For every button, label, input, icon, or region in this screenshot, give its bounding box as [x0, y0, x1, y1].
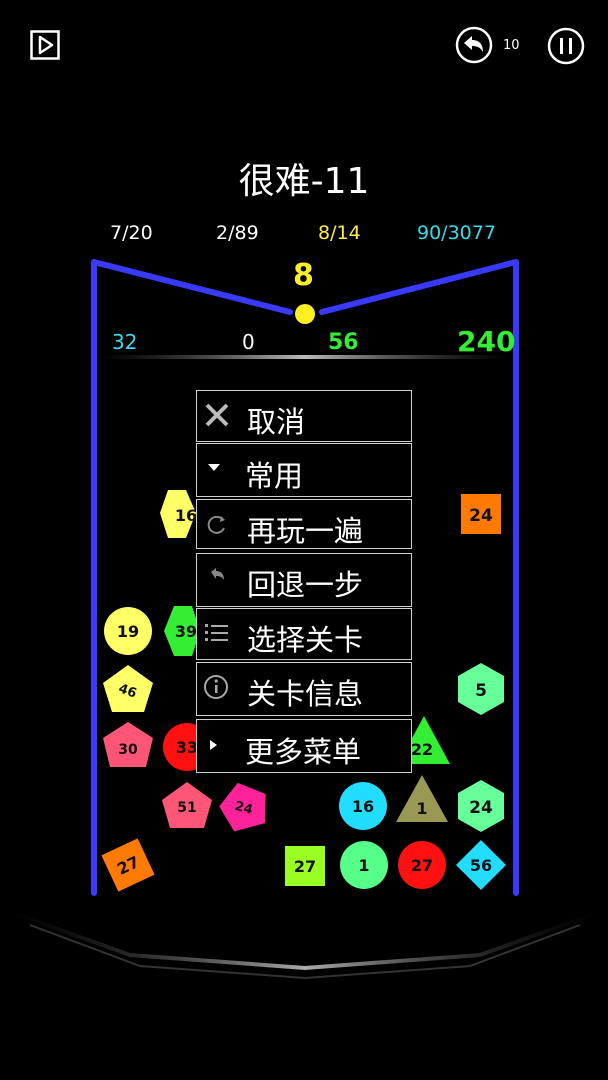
menu-level-info-label: 关卡信息	[247, 677, 364, 711]
block-label: 5	[475, 681, 487, 701]
menu-common[interactable]: 常用	[196, 443, 412, 497]
block-pentagon-51: 51	[162, 782, 212, 828]
block-pentagon-46: 46	[103, 665, 153, 712]
menu-undo-step-label: 回退一步	[247, 568, 364, 602]
undo-arrow-icon	[211, 568, 224, 580]
block-label: 22	[411, 740, 433, 759]
block-circle-16: 16	[339, 782, 387, 830]
menu-more[interactable]: 更多菜单	[196, 719, 412, 773]
block-label: 1	[358, 856, 369, 875]
block-circle-1: 1	[340, 841, 388, 889]
menu-replay[interactable]: 再玩一遍	[196, 499, 412, 549]
triangle-right-icon	[210, 740, 217, 750]
block-pentagon-30: 30	[103, 722, 153, 767]
menu-level-info[interactable]: 关卡信息	[196, 662, 412, 716]
block-label: 30	[118, 742, 138, 758]
block-triangle-1: 1	[396, 775, 448, 822]
block-label: 27	[411, 856, 433, 875]
block-hexagon-24b: 24	[458, 780, 504, 832]
block-label: 56	[470, 856, 492, 875]
menu-select-level[interactable]: 选择关卡	[196, 608, 412, 660]
block-square-27-rotated: 27	[101, 838, 155, 892]
block-label: 1	[416, 799, 427, 818]
block-label: 16	[352, 797, 374, 816]
info-icon	[204, 675, 228, 699]
list-icon	[205, 624, 228, 641]
block-label: 39	[175, 622, 197, 641]
refresh-icon	[207, 515, 225, 534]
block-label: 24	[469, 798, 493, 818]
block-circle-27: 27	[398, 841, 446, 889]
block-hexagon-39: 39	[164, 606, 200, 656]
block-label: 51	[177, 800, 196, 816]
menu-replay-label: 再玩一遍	[247, 514, 364, 548]
menu-common-label: 常用	[245, 459, 304, 493]
block-hexagon-16: 16	[160, 490, 197, 538]
menu-cancel-label: 取消	[247, 405, 306, 439]
block-diamond-56: 56	[456, 840, 506, 890]
triangle-down-icon	[208, 464, 220, 471]
block-label: 27	[294, 857, 316, 876]
block-label: 24	[469, 506, 493, 526]
menu-select-level-label: 选择关卡	[247, 623, 364, 657]
block-square-27: 27	[285, 846, 325, 886]
block-label: 33	[176, 738, 198, 757]
block-pentagon-24: 24	[219, 782, 266, 832]
block-square-24: 24	[461, 494, 501, 534]
block-circle-19: 19	[104, 607, 152, 655]
block-label: 16	[175, 506, 197, 525]
close-icon	[205, 403, 229, 427]
block-hexagon-5: 5	[458, 663, 504, 715]
menu-cancel[interactable]: 取消	[196, 390, 412, 442]
menu-more-label: 更多菜单	[245, 735, 362, 769]
menu-undo-step[interactable]: 回退一步	[196, 553, 412, 607]
block-label: 19	[117, 622, 139, 641]
